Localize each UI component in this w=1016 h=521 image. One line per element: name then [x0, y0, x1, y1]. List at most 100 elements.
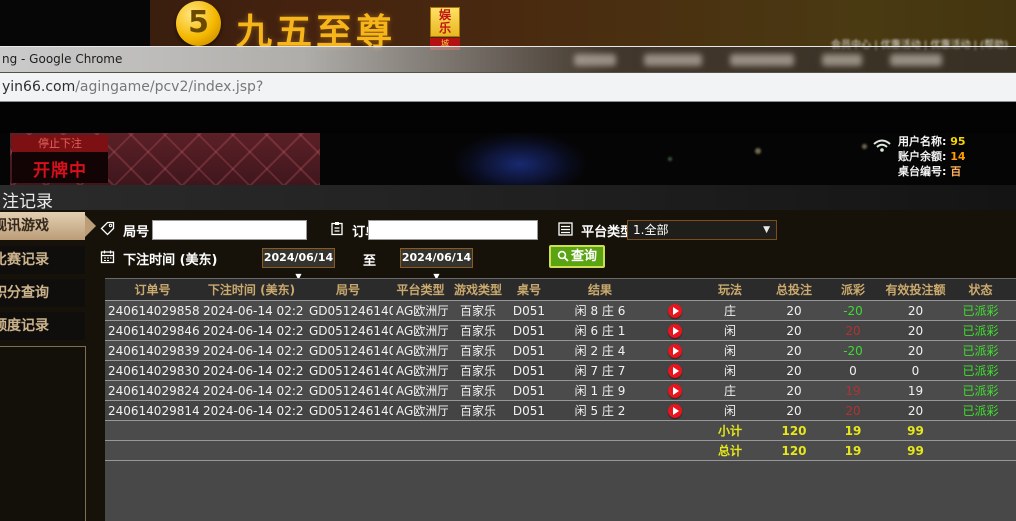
summary-cell	[550, 421, 650, 440]
total-bet-cell: 20	[760, 361, 828, 380]
play-video-icon[interactable]	[668, 344, 682, 358]
column-header-11: 有效投注额	[878, 279, 953, 300]
total-bet-cell: 20	[760, 401, 828, 420]
payout-cell: 20	[828, 401, 878, 420]
play-video-icon[interactable]	[668, 384, 682, 398]
username-label: 用户名称:	[898, 135, 946, 148]
table-row: 2406140298246952024-06-14 02:25:25GD0512…	[105, 381, 1016, 401]
sidebar-item-0[interactable]: 视讯游戏	[0, 212, 85, 240]
summary-cell	[303, 441, 393, 460]
result-cell: 闲 7 庄 7	[550, 361, 650, 380]
bet-time-cell: 2024-06-14 02:25:25	[200, 381, 303, 400]
payout-cell: -20	[828, 301, 878, 320]
wheel-glow	[455, 133, 585, 185]
bet-status-panel: 停止下注 开牌中	[12, 135, 108, 183]
clipped-cell	[1008, 381, 1016, 400]
summary-cell	[303, 421, 393, 440]
video-replay-cell	[650, 341, 700, 360]
column-header-2: 局号	[303, 279, 393, 300]
payout-cell: 0	[828, 361, 878, 380]
total-row: 总计1201999	[105, 441, 1016, 461]
column-header-7	[650, 279, 700, 300]
wifi-icon	[872, 138, 892, 158]
column-header-13: 注单	[1008, 279, 1016, 300]
column-header-1: 下注时间 (美东)	[200, 279, 303, 300]
play-type-cell: 闲	[700, 341, 760, 360]
brand-badge: 娱乐 城	[430, 7, 460, 50]
table-row: 2406140298580052024-06-14 02:28:16GD0512…	[105, 301, 1016, 321]
summary-cell	[105, 441, 200, 460]
order-id-cell: 240614029846444	[105, 321, 200, 340]
summary-cell	[650, 421, 700, 440]
screen: 5 九五至尊 娱乐 城 会员中心 | 优惠活动 | 优惠活动 | (帮助) ng…	[0, 0, 1016, 521]
summary-cell: 19	[828, 421, 878, 440]
status-badge: 已派彩	[953, 381, 1008, 400]
table-empty-area	[105, 461, 1016, 519]
main-area: 视讯游戏比赛记录积分查询额度记录 局号 订单号	[0, 210, 1016, 521]
browser-titlebar: ng - Google Chrome	[0, 46, 1016, 73]
round-id-cell: GD051246140EG	[303, 321, 393, 340]
clipped-cell	[1008, 361, 1016, 380]
stop-betting-label: 停止下注	[12, 135, 108, 152]
play-type-cell: 庄	[700, 381, 760, 400]
payout-cell: 20	[828, 321, 878, 340]
search-icon	[557, 250, 569, 262]
order-number-input[interactable]	[368, 220, 538, 240]
round-number-input[interactable]	[152, 220, 307, 240]
play-video-icon[interactable]	[668, 364, 682, 378]
game-cell: 百家乐	[448, 341, 508, 360]
banner-corner	[0, 0, 150, 46]
column-header-12: 状态	[953, 279, 1008, 300]
status-badge: 已派彩	[953, 341, 1008, 360]
game-cell: 百家乐	[448, 381, 508, 400]
summary-cell	[105, 421, 200, 440]
sidebar-item-2[interactable]: 积分查询	[0, 279, 85, 307]
order-id-cell: 240614029830539	[105, 361, 200, 380]
table-no-cell: D051	[508, 341, 550, 360]
platform-type-select[interactable]: 1.全部 ▼	[627, 220, 777, 240]
date-to-picker[interactable]: 2024/06/14 ▼	[400, 248, 473, 268]
play-type-cell: 闲	[700, 361, 760, 380]
platform-cell: AG欧洲厅	[393, 361, 448, 380]
column-header-5: 桌号	[508, 279, 550, 300]
summary-cell: 120	[760, 441, 828, 460]
column-header-4: 游戏类型	[448, 279, 508, 300]
query-button[interactable]: 查询	[549, 245, 605, 268]
video-replay-cell	[650, 401, 700, 420]
play-video-icon[interactable]	[668, 324, 682, 338]
browser-url[interactable]: yin66.com/agingame/pcv2/index.jsp?	[2, 79, 263, 95]
clipped-cell	[1008, 401, 1016, 420]
clipped-cell	[1008, 301, 1016, 320]
round-id-cell: GD051246140EE	[303, 361, 393, 380]
username-value: 95	[950, 135, 965, 148]
column-header-0: 订单号	[105, 279, 200, 300]
date-from-value: 2024/06/14	[264, 251, 333, 264]
summary-cell	[508, 421, 550, 440]
column-header-10: 派彩	[828, 279, 878, 300]
balance-value: 14	[950, 150, 965, 163]
browser-window-title: ng - Google Chrome	[2, 52, 122, 66]
game-cell: 百家乐	[448, 321, 508, 340]
browser-urlbar[interactable]: yin66.com/agingame/pcv2/index.jsp?	[0, 73, 1016, 102]
sidebar-item-label: 积分查询	[0, 285, 49, 301]
sidebar-item-1[interactable]: 比赛记录	[0, 246, 85, 274]
date-from-picker[interactable]: 2024/06/14 ▼	[262, 248, 335, 268]
summary-cell: 99	[878, 421, 953, 440]
sidebar-item-label: 视讯游戏	[0, 218, 49, 234]
bet-time-cell: 2024-06-14 02:25:55	[200, 361, 303, 380]
brand-coin-icon: 5	[176, 1, 221, 46]
subtotal-row: 小计1201999	[105, 421, 1016, 441]
valid-bet-cell: 20	[878, 401, 953, 420]
clipped-cell	[1008, 341, 1016, 360]
total-bet-cell: 20	[760, 381, 828, 400]
play-video-icon[interactable]	[668, 404, 682, 418]
summary-cell	[393, 441, 448, 460]
round-id-cell: GD051246140EH	[303, 301, 393, 320]
platform-type-label: 平台类型	[581, 221, 633, 240]
table-row: 2406140298149432024-06-14 02:24:32GD0512…	[105, 401, 1016, 421]
play-video-icon[interactable]	[668, 304, 682, 318]
table-header-row: 订单号下注时间 (美东)局号平台类型游戏类型桌号结果玩法总投注派彩有效投注额状态…	[105, 279, 1016, 301]
bet-records-table: 订单号下注时间 (美东)局号平台类型游戏类型桌号结果玩法总投注派彩有效投注额状态…	[105, 278, 1016, 521]
sidebar-item-3[interactable]: 额度记录	[0, 312, 85, 340]
order-clipboard-icon	[330, 221, 344, 240]
